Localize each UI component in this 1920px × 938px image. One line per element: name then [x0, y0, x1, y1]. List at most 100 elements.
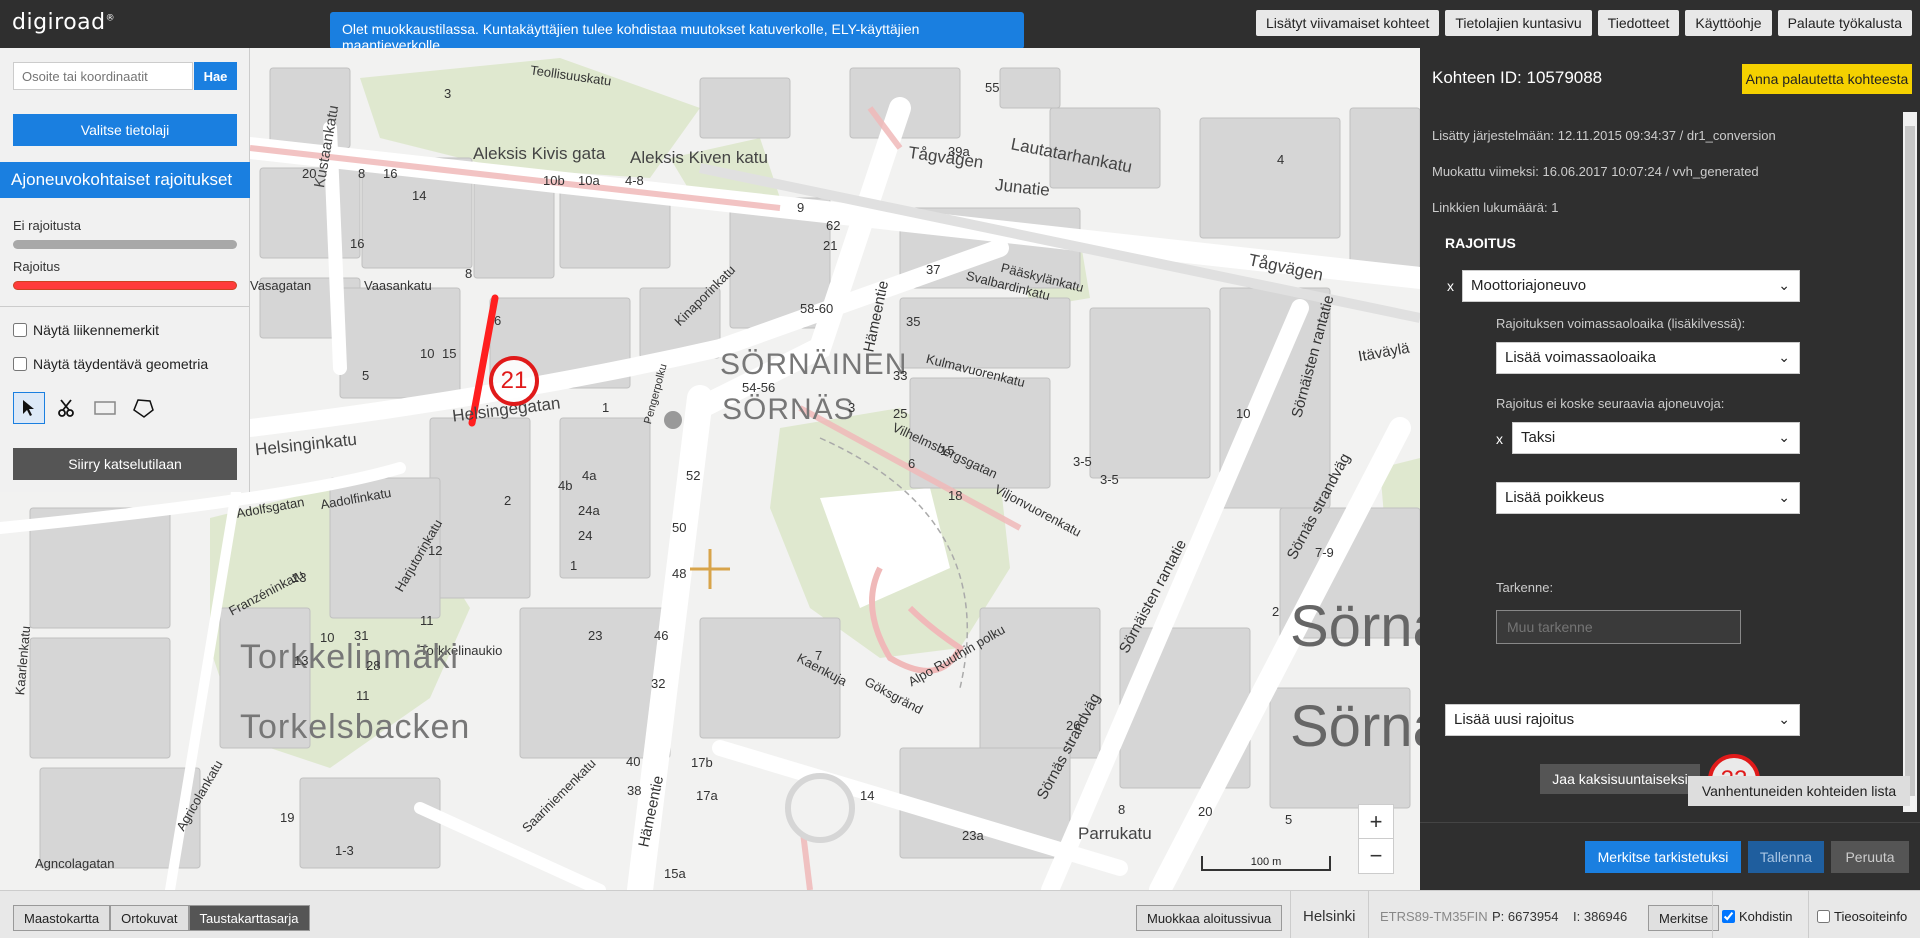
show-traffic-signs-input[interactable] [13, 323, 27, 337]
building-number: 58-60 [800, 301, 834, 316]
building-number: 50 [672, 520, 687, 535]
chevron-down-icon: ⌄ [1778, 489, 1790, 505]
building-number: 23 [588, 628, 603, 643]
building-number: 38 [627, 783, 642, 798]
basemap-tab-terrain[interactable]: Maastokartta [13, 905, 111, 931]
search-button[interactable]: Hae [194, 62, 237, 90]
specifier-input[interactable] [1496, 610, 1741, 644]
building-number: 5 [1285, 812, 1293, 827]
tool-feedback-link[interactable]: Palaute työkalusta [1777, 10, 1912, 36]
street-label-aleksis-kivis-gata: Aleksis Kivis gata [473, 144, 606, 163]
building-number: 1 [570, 558, 578, 573]
building-number: 3-5 [1073, 454, 1092, 469]
zoom-control: + − [1358, 804, 1394, 874]
added-line-features-link[interactable]: Lisätyt viivamaiset kohteet [1255, 10, 1440, 36]
show-complementary-geometry-input[interactable] [13, 357, 27, 371]
district-label-torkkelinmaki: Torkkelinmäki [240, 638, 459, 676]
vehicle-type-select[interactable]: Moottoriajoneuvo ⌄ [1462, 270, 1800, 302]
building-number: 28 [366, 658, 381, 673]
building-number: 24 [578, 528, 593, 543]
add-new-restriction-select[interactable]: Lisää uusi rajoitus ⌄ [1445, 704, 1800, 736]
district-label-sornas-large: Sörna [1290, 694, 1420, 759]
building-number: 15 [442, 346, 457, 361]
building-number: 7-9 [1315, 545, 1334, 560]
building-number: 52 [686, 468, 701, 483]
left-panel: Hae Valitse tietolaji Ajoneuvokohtaiset … [0, 48, 250, 492]
street-label-vasagatan: Vasagatan [250, 278, 312, 293]
mark-checked-button[interactable]: Merkitse tarkistetuksi [1585, 841, 1741, 873]
divider [1290, 891, 1291, 938]
exception-select[interactable]: Taksi ⌄ [1512, 422, 1800, 454]
basemap-tab-background[interactable]: Taustakarttasarja [188, 905, 310, 931]
municipality-page-link[interactable]: Tietolajien kuntasivu [1445, 10, 1592, 36]
building-number: 10 [420, 346, 435, 361]
building-number: 17b [691, 755, 713, 770]
building-number: 10b [543, 173, 565, 188]
edit-start-page-button[interactable]: Muokkaa aloitussivua [1136, 905, 1283, 931]
building-number: 10 [1236, 406, 1251, 421]
building-number: 4-8 [625, 173, 644, 188]
digiroad-logo[interactable]: digiroad® [12, 10, 115, 35]
building-number: 23a [962, 828, 984, 843]
obsolete-features-list-button[interactable]: Vanhentuneiden kohteiden lista [1688, 776, 1910, 806]
save-button[interactable]: Tallenna [1748, 841, 1824, 873]
building-number: 17a [696, 788, 718, 803]
top-links: Lisätyt viivamaiset kohteet Tietolajien … [1255, 10, 1912, 36]
validity-period-select[interactable]: Lisää voimassaoloaika ⌄ [1496, 342, 1800, 374]
building-number: 13 [292, 570, 307, 585]
zoom-in-button[interactable]: + [1359, 805, 1393, 839]
divider [0, 306, 250, 307]
building-number: 4 [1277, 152, 1285, 167]
rectangle-icon[interactable] [89, 392, 121, 424]
scissors-icon[interactable] [51, 392, 83, 424]
announcements-link[interactable]: Tiedotteet [1597, 10, 1680, 36]
basemap-tab-orthophoto[interactable]: Ortokuvat [110, 905, 189, 931]
crosshair-checkbox[interactable] [1722, 910, 1735, 923]
district-label-sornas: SÖRNÄS [722, 393, 855, 426]
building-number: 40 [626, 754, 641, 769]
panel-scroll-content[interactable]: Lisätty järjestelmään: 12.11.2015 09:34:… [1420, 110, 1920, 812]
crs-label: ETRS89-TM35FIN [1380, 909, 1488, 924]
building-number: 10a [578, 173, 600, 188]
cancel-button[interactable]: Peruuta [1831, 841, 1909, 873]
step-marker-21: 21 [489, 356, 539, 406]
panel-scrollbar[interactable] [1903, 112, 1917, 812]
chevron-down-icon: ⌄ [1778, 429, 1790, 445]
building-number: 46 [654, 628, 669, 643]
user-guide-link[interactable]: Käyttöohje [1685, 10, 1772, 36]
polygon-icon[interactable] [127, 392, 159, 424]
pointer-icon[interactable] [13, 392, 45, 424]
district-label-sornainen: SÖRNÄINEN [720, 348, 908, 381]
panel-footer: Merkitse tarkistetuksi Tallenna Peruuta [1420, 822, 1920, 890]
view-mode-button[interactable]: Siirry katselutilaan [13, 448, 237, 480]
zoom-out-button[interactable]: − [1359, 839, 1393, 873]
building-number: 13 [294, 653, 309, 668]
scrollbar-thumb[interactable] [1905, 126, 1915, 796]
chevron-down-icon: ⌄ [1778, 277, 1790, 293]
building-number: 62 [826, 218, 841, 233]
district-label-sornainen-large: Sörna [1290, 594, 1420, 659]
building-number: 20 [302, 166, 317, 181]
mark-location-button[interactable]: Merkitse [1648, 905, 1720, 931]
building-number: 11 [420, 613, 434, 628]
building-number: 4b [558, 478, 573, 493]
city-name: Helsinki [1303, 908, 1356, 925]
select-layer-button[interactable]: Valitse tietolaji [13, 114, 237, 146]
building-number: 10 [320, 630, 335, 645]
remove-exception-button[interactable]: x [1496, 431, 1503, 447]
validity-label: Rajoituksen voimassaoloaika (lisäkilvess… [1496, 316, 1746, 331]
show-traffic-signs-checkbox[interactable]: Näytä liikennemerkit [13, 322, 159, 338]
legend-label-restriction: Rajoitus [13, 259, 60, 274]
crosshair-toggle[interactable]: Kohdistin [1722, 909, 1792, 924]
split-two-way-button[interactable]: Jaa kaksisuuntaiseksi [1540, 764, 1700, 794]
road-address-info-checkbox[interactable] [1817, 910, 1830, 923]
search-input[interactable] [13, 62, 193, 90]
scale-bar-label: 100 m [1250, 856, 1282, 868]
feature-feedback-button[interactable]: Anna palautetta kohteesta [1742, 64, 1912, 94]
show-complementary-geometry-checkbox[interactable]: Näytä täydentävä geometria [13, 356, 208, 372]
building-number: 7 [815, 648, 823, 663]
building-number: 3-5 [1100, 472, 1119, 487]
road-address-info-toggle[interactable]: Tieosoiteinfo [1817, 909, 1907, 924]
add-exception-select[interactable]: Lisää poikkeus ⌄ [1496, 482, 1800, 514]
remove-restriction-button[interactable]: x [1447, 278, 1454, 294]
